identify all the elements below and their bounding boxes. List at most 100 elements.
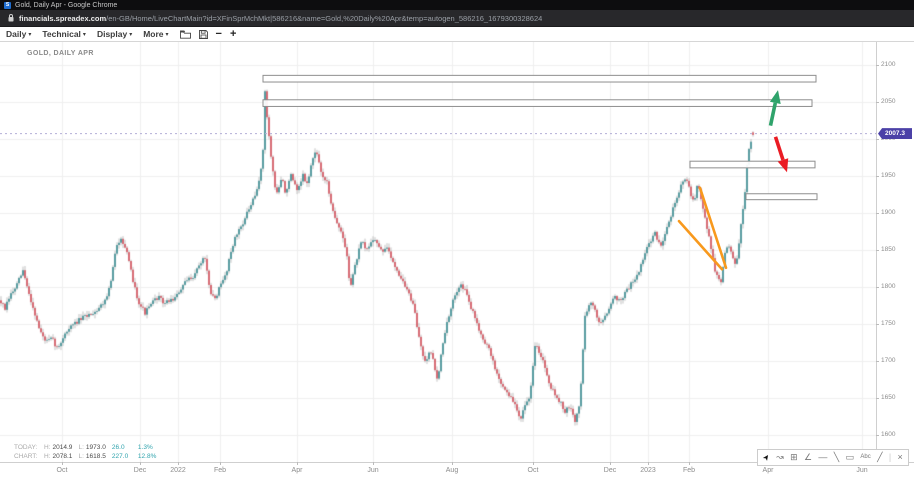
zoom-out-icon[interactable]: − — [216, 29, 222, 39]
time-axis-tick — [220, 462, 221, 465]
time-axis-tick — [373, 462, 374, 465]
chart-region: GOLD, DAILY APR 210020502000195019001850… — [0, 42, 914, 481]
menu-technical[interactable]: Technical▾ — [42, 29, 86, 39]
price-axis-label: 1950 — [881, 172, 911, 179]
price-axis-tick — [876, 176, 879, 177]
time-axis-label: Dec — [604, 467, 616, 474]
stats-pct: 1.3% — [138, 444, 153, 453]
window-titlebar: S Gold, Daily Apr - Google Chrome — [0, 0, 914, 10]
time-axis-tick — [533, 462, 534, 465]
price-axis-label: 2100 — [881, 61, 911, 68]
stats-hv: 2078.1 — [53, 453, 79, 462]
chevron-down-icon: ▾ — [28, 31, 31, 38]
time-axis-label: Feb — [214, 467, 226, 474]
time-axis-label: Feb — [683, 467, 695, 474]
time-axis-label: Oct — [57, 467, 68, 474]
price-axis-tick — [876, 287, 879, 288]
price-axis-label: 1650 — [881, 394, 911, 401]
polyline-tool[interactable]: ↝ — [776, 450, 784, 465]
price-axis-label: 1850 — [881, 246, 911, 253]
price-axis-label: 1700 — [881, 357, 911, 364]
stats-panel: TODAY:H:2014.9L:1973.026.01.3%CHART:H:20… — [14, 444, 156, 461]
time-axis-label: 2023 — [640, 467, 656, 474]
open-folder-icon[interactable] — [180, 30, 191, 39]
time-axis-tick — [452, 462, 453, 465]
menu-more[interactable]: More▾ — [143, 29, 168, 39]
stats-lv: 1618.5 — [86, 453, 112, 462]
spreadex-favicon: S — [4, 2, 11, 9]
menu-label: Display — [97, 29, 127, 39]
url-path: /en-GB/Home/LiveChartMain?id=XFinSprMchM… — [106, 14, 542, 23]
menu-label: Daily — [6, 29, 26, 39]
price-axis-label: 2050 — [881, 98, 911, 105]
time-axis-tick — [610, 462, 611, 465]
toolbar-divider: | — [889, 450, 891, 465]
rectangle-tool[interactable]: ▭ — [846, 450, 855, 465]
candlestick-plot[interactable] — [0, 42, 876, 462]
price-axis-label: 1900 — [881, 209, 911, 216]
time-axis-label: Jun — [856, 467, 867, 474]
stats-lk: L: — [79, 453, 84, 462]
close-tool[interactable]: × — [898, 450, 903, 465]
browser-window: S Gold, Daily Apr - Google Chrome financ… — [0, 0, 914, 481]
zoom-in-icon[interactable]: + — [230, 29, 236, 39]
price-axis-tick — [876, 435, 879, 436]
stats-hv: 2014.9 — [53, 444, 79, 453]
price-axis-tick — [876, 398, 879, 399]
time-axis-label: Oct — [528, 467, 539, 474]
time-axis-label: Aug — [446, 467, 458, 474]
price-axis-line — [876, 42, 877, 466]
menu-label: Technical — [42, 29, 81, 39]
time-axis-label: 2022 — [170, 467, 186, 474]
chart-menubar: Daily▾Technical▾Display▾More▾−+ — [0, 27, 914, 42]
price-axis-tick — [876, 139, 879, 140]
save-icon[interactable] — [199, 30, 208, 39]
stats-lk: L: — [79, 444, 84, 453]
price-axis-tick — [876, 361, 879, 362]
menu-display[interactable]: Display▾ — [97, 29, 132, 39]
time-axis-label: Apr — [763, 467, 774, 474]
stats-row: TODAY:H:2014.9L:1973.026.01.3% — [14, 444, 156, 453]
chevron-down-icon: ▾ — [166, 31, 169, 38]
time-axis-tick — [297, 462, 298, 465]
time-axis-label: Jun — [367, 467, 378, 474]
time-axis-tick — [140, 462, 141, 465]
drawing-toolbar: ➤↝ ⊞ ∠ — ╲ ▭ Abc ╱ | × — [757, 449, 909, 466]
chevron-down-icon: ▾ — [83, 31, 86, 38]
price-axis-label: 1600 — [881, 431, 911, 438]
time-axis-label: Apr — [292, 467, 303, 474]
price-axis-tick — [876, 250, 879, 251]
text-tool[interactable]: Abc — [860, 450, 870, 465]
menu-label: More — [143, 29, 163, 39]
price-axis-label: 1800 — [881, 283, 911, 290]
price-axis-tick — [876, 324, 879, 325]
price-axis-label: 1750 — [881, 320, 911, 327]
address-bar[interactable]: financials.spreadex.com/en-GB/Home/LiveC… — [0, 10, 914, 27]
menu-daily[interactable]: Daily▾ — [6, 29, 31, 39]
stats-pct: 12.8% — [138, 453, 156, 462]
stats-hk: H: — [44, 444, 51, 453]
chevron-down-icon: ▾ — [129, 31, 132, 38]
window-title: Gold, Daily Apr - Google Chrome — [15, 2, 117, 9]
time-axis-label: Dec — [134, 467, 146, 474]
url-text[interactable]: financials.spreadex.com/en-GB/Home/LiveC… — [19, 14, 542, 23]
cursor-tool[interactable]: ➤ — [758, 450, 774, 464]
trend-line-tool[interactable]: ╲ — [834, 450, 839, 465]
time-axis-tick — [178, 462, 179, 465]
time-axis-tick — [689, 462, 690, 465]
chart-title: GOLD, DAILY APR — [27, 50, 94, 57]
url-domain: financials.spreadex.com — [19, 14, 106, 23]
price-axis-tick — [876, 65, 879, 66]
stats-hk: H: — [44, 453, 51, 462]
grid-tool[interactable]: ⊞ — [790, 450, 798, 465]
price-axis-tick — [876, 102, 879, 103]
horizontal-line-tool[interactable]: — — [818, 450, 827, 465]
padlock-icon — [8, 14, 14, 22]
chart-type-tool[interactable]: ∠ — [804, 450, 812, 465]
stats-sl: TODAY: — [14, 444, 44, 453]
stats-chg: 227.0 — [112, 453, 138, 462]
stats-lv: 1973.0 — [86, 444, 112, 453]
stats-row: CHART:H:2078.1L:1618.5227.012.8% — [14, 453, 156, 462]
ray-tool[interactable]: ╱ — [877, 450, 882, 465]
stats-sl: CHART: — [14, 453, 44, 462]
